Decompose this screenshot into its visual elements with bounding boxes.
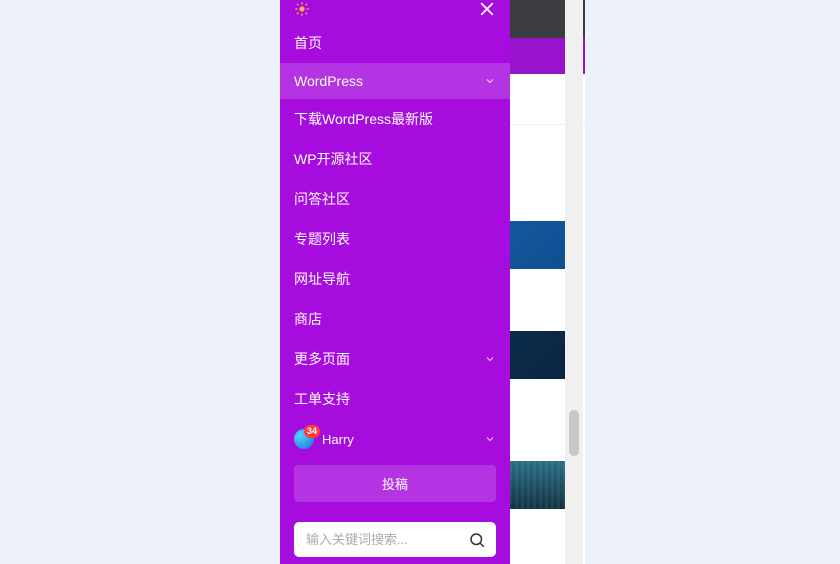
menu-item-topics[interactable]: 专题列表	[280, 219, 510, 259]
theme-toggle-icon[interactable]	[294, 1, 310, 22]
search-input[interactable]	[294, 522, 496, 557]
menu-item-wordpress[interactable]: WordPress	[280, 63, 510, 99]
menu-label: 网址导航	[294, 269, 350, 289]
menu-label: WP开源社区	[294, 149, 373, 169]
user-name: Harry	[322, 432, 354, 447]
menu-label: WordPress	[294, 73, 363, 89]
menu-item-qa[interactable]: 问答社区	[280, 179, 510, 219]
nav-drawer: 首页 WordPress 下载WordPress最新版 WP开源社区 问答社区 …	[280, 0, 510, 564]
menu-label: 工单支持	[294, 389, 350, 409]
menu-label: 问答社区	[294, 189, 350, 209]
menu-label: 商店	[294, 309, 322, 329]
scrollbar-track[interactable]	[565, 0, 583, 564]
drawer-header	[280, 0, 510, 23]
menu-item-shop[interactable]: 商店	[280, 299, 510, 339]
menu-label: 下载WordPress最新版	[294, 109, 433, 129]
avatar: 34	[294, 429, 314, 449]
menu-label: 专题列表	[294, 229, 350, 249]
chevron-down-icon	[484, 433, 496, 445]
drawer-search	[294, 522, 496, 557]
menu-item-ticket[interactable]: 工单支持	[280, 379, 510, 419]
menu-label: 首页	[294, 33, 322, 53]
menu-label: 更多页面	[294, 349, 350, 369]
notification-badge: 34	[304, 425, 320, 438]
menu-item-more[interactable]: 更多页面	[280, 339, 510, 379]
drawer-menu: 首页 WordPress 下载WordPress最新版 WP开源社区 问答社区 …	[280, 23, 510, 419]
chevron-down-icon	[484, 75, 496, 87]
drawer-user-row[interactable]: 34 Harry	[280, 419, 510, 459]
search-icon[interactable]	[468, 531, 486, 549]
menu-item-nav[interactable]: 网址导航	[280, 259, 510, 299]
submit-post-button[interactable]: 投稿	[294, 465, 496, 502]
menu-item-community[interactable]: WP开源社区	[280, 139, 510, 179]
close-drawer-button[interactable]	[478, 0, 496, 23]
screenshot-stage: 购买我们 光 WordP 如何创建与实用指 Worl 1天前 Wo	[0, 0, 840, 564]
menu-item-home[interactable]: 首页	[280, 23, 510, 63]
scrollbar-thumb[interactable]	[569, 410, 579, 456]
chevron-down-icon	[484, 353, 496, 365]
menu-item-download-wp[interactable]: 下载WordPress最新版	[280, 99, 510, 139]
